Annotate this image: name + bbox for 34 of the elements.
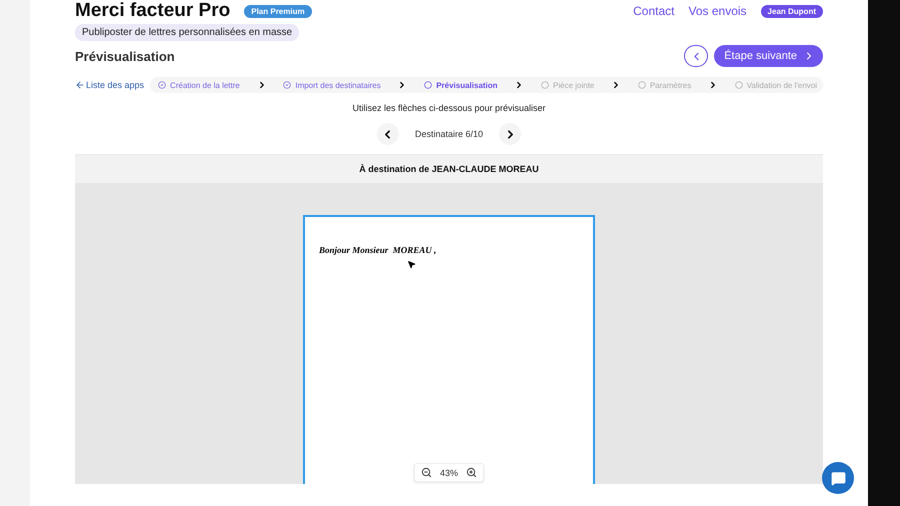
- plan-badge: Plan Premium: [244, 4, 312, 18]
- zoom-in-button[interactable]: [466, 467, 477, 478]
- nav-link[interactable]: Contact: [633, 4, 674, 18]
- zoom-in-icon: [466, 467, 477, 478]
- next-recipient-button[interactable]: [499, 123, 522, 145]
- check-circle-icon: [158, 81, 166, 89]
- circle-icon: [734, 81, 743, 89]
- chat-icon: [830, 470, 846, 486]
- nav-link[interactable]: Vos envois: [688, 4, 747, 18]
- check-circle-icon: [283, 81, 292, 89]
- back-link[interactable]: Liste des apps: [75, 80, 144, 90]
- circle-icon: [424, 81, 432, 89]
- user-badge[interactable]: Jean Dupont: [760, 4, 823, 18]
- zoom-level: 43%: [440, 468, 458, 478]
- letter-text: Bonjour Monsieur MOREAU ,: [319, 245, 438, 255]
- app-tag: Publiposter de lettres personnalisées en masse: [75, 24, 300, 41]
- app-brand: Merci facteur Pro: [75, 2, 230, 20]
- arrow-left-icon: [75, 80, 85, 90]
- step-item[interactable]: Création de la lettre: [158, 80, 240, 90]
- zoom-out-icon: [421, 467, 432, 478]
- cursor-icon: [407, 260, 416, 269]
- chat-button[interactable]: [822, 462, 854, 494]
- next-step-button[interactable]: Étape suivante: [714, 45, 823, 67]
- circle-icon: [638, 81, 646, 89]
- step-item[interactable]: Import des destinataires: [283, 80, 381, 90]
- hint-text: Utilisez les flèches ci-dessous pour prévisualiser: [351, 103, 547, 113]
- previous-recipient-button[interactable]: [376, 123, 399, 145]
- preview-header: À destination de JEAN-CLAUDE MOREAU: [75, 154, 823, 183]
- zoom-out-button[interactable]: [421, 467, 432, 478]
- step-item[interactable]: Prévisualisation: [424, 80, 498, 90]
- previous-step-button[interactable]: [684, 45, 708, 67]
- page-title: Prévisualisation: [75, 48, 175, 64]
- circle-icon: [541, 81, 550, 89]
- recipient-counter: Destinataire 6/10: [414, 129, 484, 139]
